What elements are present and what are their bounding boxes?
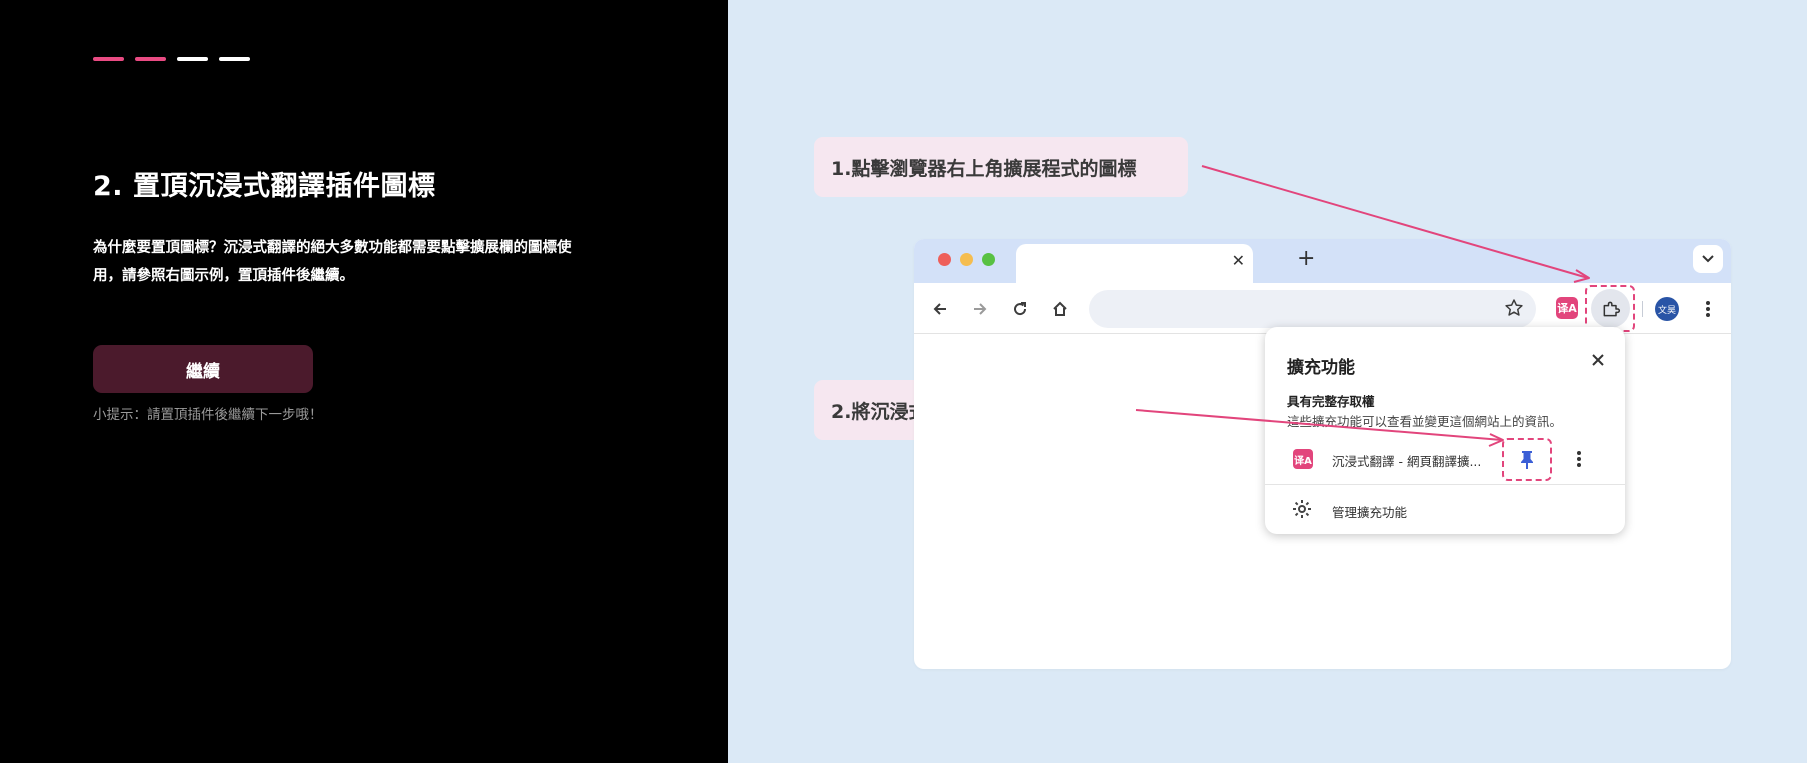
- close-icon: [1591, 348, 1605, 372]
- step-dash-3: [177, 57, 208, 61]
- home-icon: [1048, 297, 1072, 321]
- extensions-popup: 擴充功能 具有完整存取權 這些擴充功能可以查看並變更這個網站上的資訊。 译A 沉…: [1265, 327, 1625, 534]
- reload-icon: [1008, 297, 1032, 321]
- kebab-icon: [1696, 297, 1720, 321]
- tab-bar: ✕ +: [914, 239, 1731, 283]
- page-title: 2. 置頂沉浸式翻譯插件圖標: [93, 171, 436, 202]
- browser-tab: ✕: [1016, 244, 1253, 283]
- avatar: 文昊: [1655, 297, 1679, 321]
- callout-step-1: 1.點擊瀏覽器右上角擴展程式的圖標: [814, 137, 1188, 197]
- continue-button[interactable]: 繼續: [93, 345, 313, 393]
- left-panel: 2. 置頂沉浸式翻譯插件圖標 為什麼要置頂圖標？沉浸式翻譯的絕大多數功能都需要點…: [0, 0, 728, 763]
- step-dash-4: [219, 57, 250, 61]
- star-icon: [1504, 298, 1524, 322]
- popup-subdescription: 這些擴充功能可以查看並變更這個網站上的資訊。: [1287, 414, 1563, 429]
- puzzle-icon: [1591, 289, 1630, 328]
- window-zoom-dot: [982, 253, 995, 266]
- description: 為什麼要置頂圖標？沉浸式翻譯的絕大多數功能都需要點擊擴展欄的圖標使用，請參照右圖…: [93, 240, 572, 284]
- popup-title: 擴充功能: [1287, 358, 1355, 378]
- extension-name: 沉浸式翻譯 - 網頁翻譯擴...: [1332, 454, 1482, 469]
- pin-icon: [1502, 438, 1552, 481]
- chevron-down-icon: [1693, 245, 1723, 273]
- back-arrow-icon: [928, 297, 952, 321]
- window-minimize-dot: [960, 253, 973, 266]
- tab-close-icon: ✕: [1231, 251, 1245, 270]
- gear-icon: [1292, 499, 1312, 523]
- toolbar-separator: [1642, 301, 1643, 317]
- divider: [1265, 484, 1625, 485]
- new-tab-icon: +: [1297, 246, 1316, 271]
- address-bar: [1089, 290, 1536, 328]
- tip-text: 小提示：請置頂插件後繼續下一步哦！: [93, 407, 323, 423]
- immersive-translate-icon: 译A: [1556, 297, 1578, 319]
- immersive-translate-icon: 译A: [1293, 449, 1313, 469]
- manage-extensions-link: 管理擴充功能: [1332, 505, 1408, 520]
- popup-subtitle: 具有完整存取權: [1287, 394, 1375, 409]
- step-dash-1: [93, 57, 124, 61]
- step-dash-2: [135, 57, 166, 61]
- window-close-dot: [938, 253, 951, 266]
- forward-arrow-icon: [968, 297, 992, 321]
- kebab-icon: [1576, 450, 1582, 472]
- step-indicator: [93, 57, 250, 61]
